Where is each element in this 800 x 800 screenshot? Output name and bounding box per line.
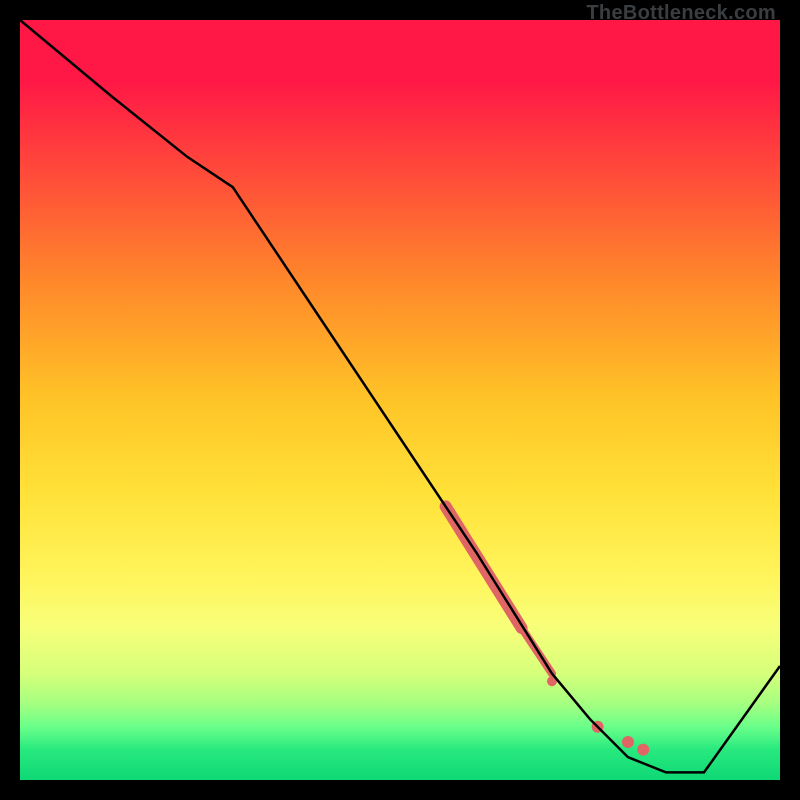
highlight-point: [622, 736, 634, 748]
chart-plot-area: [20, 20, 780, 780]
highlight-group: [446, 506, 650, 755]
highlight-point: [637, 744, 649, 756]
chart-svg: [20, 20, 780, 780]
chart-frame: TheBottleneck.com: [0, 0, 800, 800]
curve-path: [20, 20, 780, 772]
